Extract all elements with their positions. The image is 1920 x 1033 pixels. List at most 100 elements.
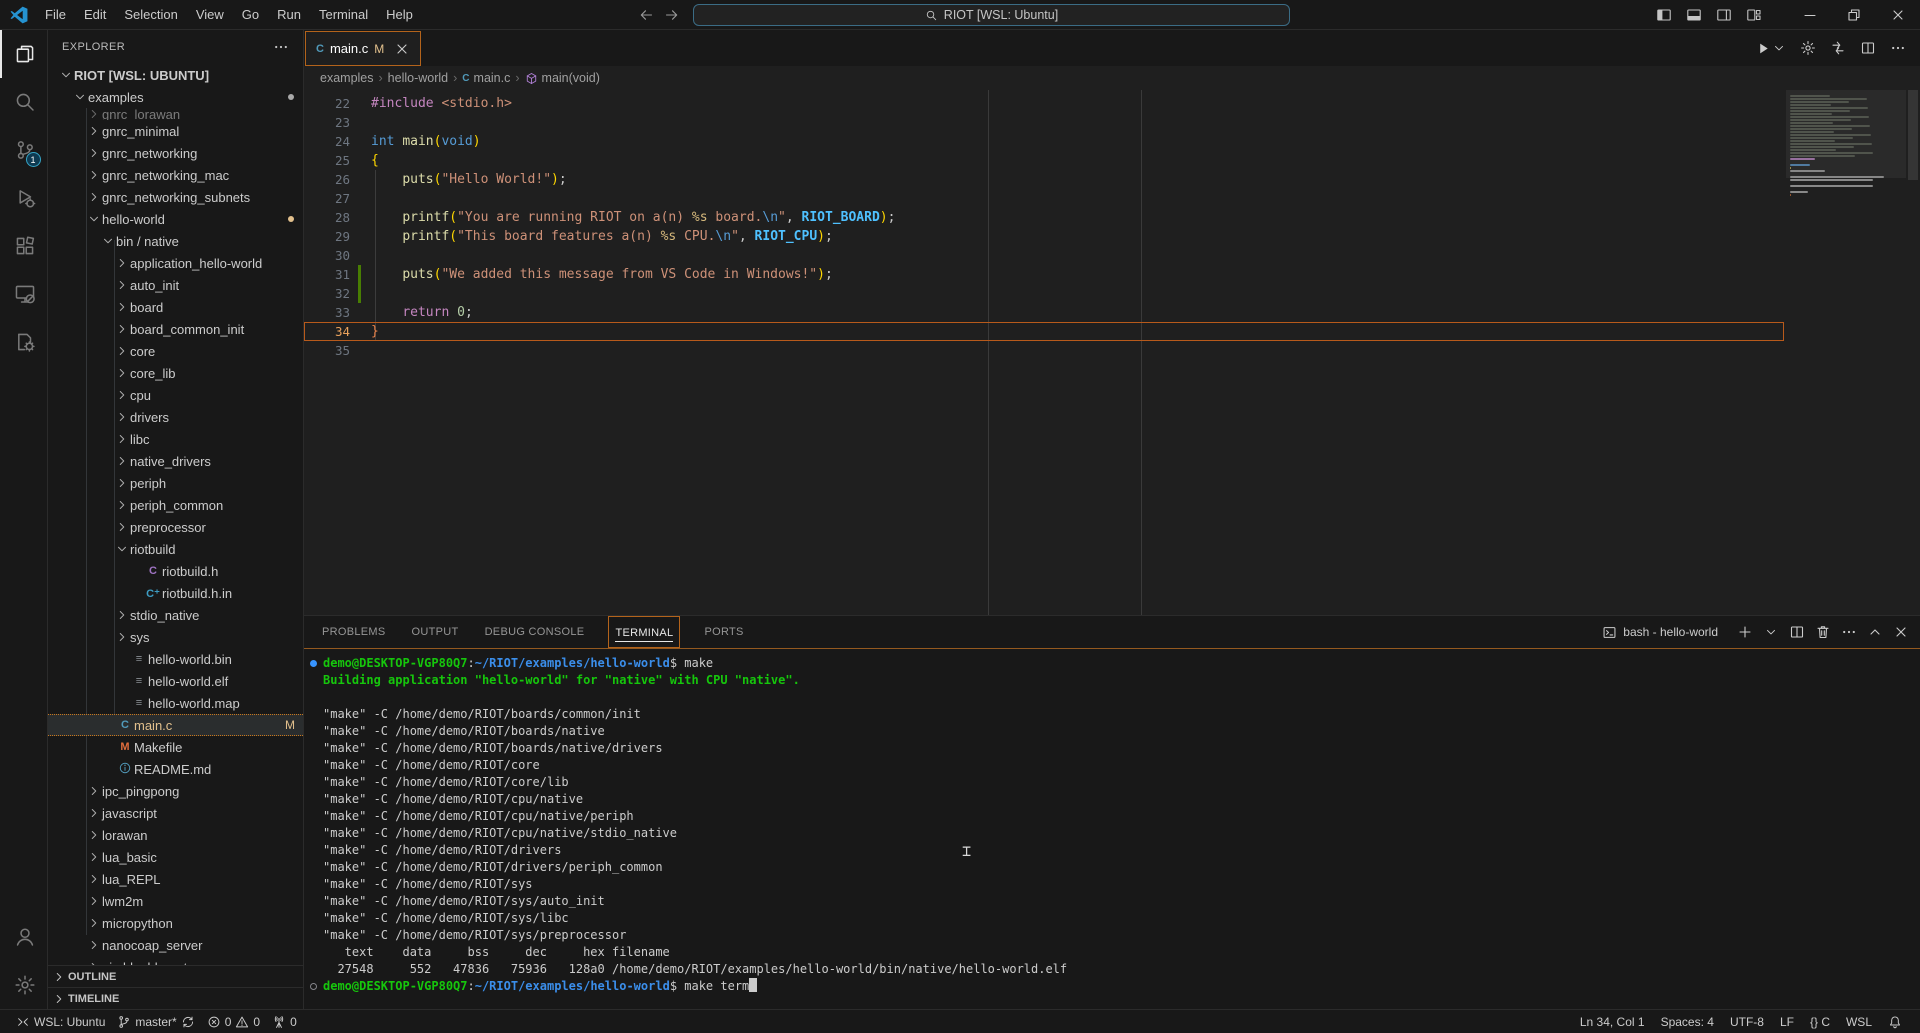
tree-item-gnrc-lorawan[interactable]: gnrc_lorawan — [48, 108, 303, 120]
timeline-section-header[interactable]: TIMELINE — [48, 987, 303, 1009]
more-actions-button[interactable] — [1890, 40, 1906, 56]
new-terminal-button[interactable] — [1734, 621, 1756, 643]
activity-run-and-debug[interactable] — [0, 174, 48, 222]
tree-item-gnrc-networking[interactable]: gnrc_networking — [48, 142, 303, 164]
minimize-button[interactable] — [1788, 0, 1832, 30]
close-panel-button[interactable] — [1890, 621, 1912, 643]
tree-item-preprocessor[interactable]: preprocessor — [48, 516, 303, 538]
kill-terminal-button[interactable] — [1812, 621, 1834, 643]
panel-tab-ports[interactable]: PORTS — [702, 616, 745, 648]
command-decoration-pending[interactable] — [310, 983, 317, 990]
indentation[interactable]: Spaces: 4 — [1653, 1011, 1722, 1033]
activity-manage[interactable] — [0, 961, 48, 1009]
terminal-title[interactable]: bash - hello-world — [1623, 625, 1718, 639]
panel-tab-output[interactable]: OUTPUT — [410, 616, 461, 648]
tree-item-board[interactable]: board — [48, 296, 303, 318]
menu-help[interactable]: Help — [377, 0, 422, 30]
wsl-indicator[interactable]: WSL — [1838, 1011, 1880, 1033]
panel-tab-terminal[interactable]: TERMINAL — [608, 616, 680, 648]
restore-button[interactable] — [1832, 0, 1876, 30]
tree-item-nimble-bleuart[interactable]: nimble_bleuart — [48, 956, 303, 965]
breadcrumb-item[interactable]: examples — [320, 71, 374, 85]
explorer-more-actions-button[interactable] — [273, 39, 289, 55]
tree-item-riotbuild-h-in[interactable]: C⁺riotbuild.h.in — [48, 582, 303, 604]
tree-item-lwm2m[interactable]: lwm2m — [48, 890, 303, 912]
menu-file[interactable]: File — [36, 0, 75, 30]
breadcrumb-item[interactable]: Cmain.c — [462, 71, 510, 85]
layout-sidebar-right-button[interactable] — [1716, 7, 1732, 23]
terminal-more-button[interactable] — [1838, 621, 1860, 643]
terminal-picker-button[interactable] — [1760, 621, 1782, 643]
tree-item-micropython[interactable]: micropython — [48, 912, 303, 934]
tree-item-lorawan[interactable]: lorawan — [48, 824, 303, 846]
terminal-output[interactable]: demo@DESKTOP-VGP80Q7:~/RIOT/examples/hel… — [304, 649, 1920, 1009]
tree-item-sys[interactable]: sys — [48, 626, 303, 648]
tree-item-examples[interactable]: examples — [48, 86, 303, 108]
notifications-bell[interactable] — [1880, 1011, 1910, 1033]
menu-edit[interactable]: Edit — [75, 0, 115, 30]
command-center[interactable]: RIOT [WSL: Ubuntu] — [693, 4, 1290, 26]
menu-terminal[interactable]: Terminal — [310, 0, 377, 30]
tree-item-bin-native[interactable]: bin / native — [48, 230, 303, 252]
tree-item-native-drivers[interactable]: native_drivers — [48, 450, 303, 472]
close-window-button[interactable] — [1876, 0, 1920, 30]
tab-main-c[interactable]: C main.c M — [305, 31, 421, 66]
activity-cpp-tools[interactable] — [0, 318, 48, 366]
tree-item-main-c[interactable]: Cmain.cM — [48, 714, 303, 736]
tree-item-gnrc-networking-subnets[interactable]: gnrc_networking_subnets — [48, 186, 303, 208]
go-back-icon[interactable] — [638, 7, 654, 23]
go-forward-icon[interactable] — [664, 7, 680, 23]
activity-accounts[interactable] — [0, 913, 48, 961]
tree-item-hello-world[interactable]: hello-world — [48, 208, 303, 230]
activity-source-control[interactable]: 1 — [0, 126, 48, 174]
tree-item-gnrc-minimal[interactable]: gnrc_minimal — [48, 120, 303, 142]
tree-item-hello-world-elf[interactable]: ≡hello-world.elf — [48, 670, 303, 692]
panel-tab-problems[interactable]: PROBLEMS — [320, 616, 388, 648]
tree-item-riot-wsl-ubuntu-[interactable]: RIOT [WSL: UBUNTU] — [48, 64, 303, 86]
remote-indicator[interactable]: WSL: Ubuntu — [10, 1011, 111, 1033]
tree-item-libc[interactable]: libc — [48, 428, 303, 450]
open-changes-button[interactable] — [1830, 40, 1846, 56]
menu-go[interactable]: Go — [233, 0, 268, 30]
tree-item-auto-init[interactable]: auto_init — [48, 274, 303, 296]
outline-section-header[interactable]: OUTLINE — [48, 965, 303, 987]
split-terminal-button[interactable] — [1786, 621, 1808, 643]
tree-item-periph-common[interactable]: periph_common — [48, 494, 303, 516]
settings-gear-button[interactable] — [1800, 40, 1816, 56]
activity-search[interactable] — [0, 78, 48, 126]
layout-panel-button[interactable] — [1686, 7, 1702, 23]
activity-explorer[interactable] — [0, 30, 48, 78]
tree-item-ipc-pingpong[interactable]: ipc_pingpong — [48, 780, 303, 802]
tree-item-gnrc-networking-mac[interactable]: gnrc_networking_mac — [48, 164, 303, 186]
tree-item-javascript[interactable]: javascript — [48, 802, 303, 824]
cursor-position[interactable]: Ln 34, Col 1 — [1572, 1011, 1653, 1033]
tree-item-core-lib[interactable]: core_lib — [48, 362, 303, 384]
layout-customize-button[interactable] — [1746, 7, 1762, 23]
menu-view[interactable]: View — [187, 0, 233, 30]
tree-item-drivers[interactable]: drivers — [48, 406, 303, 428]
minimap-slider[interactable] — [1786, 90, 1906, 178]
tree-item-lua-repl[interactable]: lua_REPL — [48, 868, 303, 890]
menu-selection[interactable]: Selection — [115, 0, 186, 30]
command-decoration-run[interactable] — [310, 660, 317, 667]
tree-item-core[interactable]: core — [48, 340, 303, 362]
encoding[interactable]: UTF-8 — [1722, 1011, 1772, 1033]
layout-sidebar-left-button[interactable] — [1656, 7, 1672, 23]
tree-item-riotbuild-h[interactable]: Criotbuild.h — [48, 560, 303, 582]
forwarded-ports-status[interactable]: 0 — [266, 1011, 303, 1033]
tree-item-periph[interactable]: periph — [48, 472, 303, 494]
tree-item-board-common-init[interactable]: board_common_init — [48, 318, 303, 340]
tree-item-stdio-native[interactable]: stdio_native — [48, 604, 303, 626]
close-tab-button[interactable] — [394, 41, 410, 57]
minimap[interactable] — [1786, 90, 1906, 615]
git-branch-status[interactable]: master* — [111, 1011, 200, 1033]
tree-item-hello-world-bin[interactable]: ≡hello-world.bin — [48, 648, 303, 670]
tree-item-nanocoap-server[interactable]: nanocoap_server — [48, 934, 303, 956]
activity-remote-explorer[interactable] — [0, 270, 48, 318]
editor-scrollbar[interactable] — [1906, 90, 1920, 615]
split-editor-button[interactable] — [1860, 40, 1876, 56]
problems-status[interactable]: 0 0 — [201, 1011, 266, 1033]
tree-item-lua-basic[interactable]: lua_basic — [48, 846, 303, 868]
maximize-panel-button[interactable] — [1864, 621, 1886, 643]
panel-tab-debug-console[interactable]: DEBUG CONSOLE — [483, 616, 587, 648]
